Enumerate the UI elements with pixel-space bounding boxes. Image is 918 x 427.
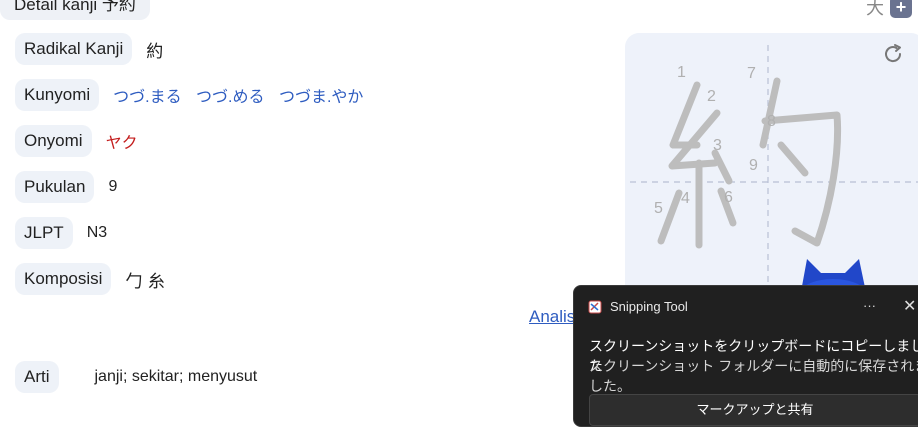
notification-header: Snipping Tool xyxy=(588,299,688,314)
page-title: Detail kanji 予約 xyxy=(0,0,150,20)
composition-label: Komposisi xyxy=(15,263,112,295)
stroke-number: 5 xyxy=(654,200,663,217)
radical-value: 約 xyxy=(146,41,164,62)
close-button[interactable]: ✕ xyxy=(903,296,916,316)
jlpt-value: N3 xyxy=(86,224,108,241)
onyomi-label: Onyomi xyxy=(15,125,92,157)
kunyomi-reading[interactable]: つづ.める xyxy=(196,89,264,106)
plus-icon: + xyxy=(895,0,907,17)
markup-share-button[interactable]: マークアップと共有 xyxy=(589,394,918,426)
refresh-icon[interactable] xyxy=(881,42,905,66)
top-actions: 大 + xyxy=(866,0,912,20)
meaning-label: Arti xyxy=(15,361,59,393)
stroke-number: 3 xyxy=(713,137,722,154)
strokes-value: 9 xyxy=(108,178,118,195)
stroke-number: 7 xyxy=(747,65,756,82)
notification-app-name: Snipping Tool xyxy=(610,299,688,314)
more-options-button[interactable]: ··· xyxy=(863,298,876,313)
jlpt-label: JLPT xyxy=(15,217,73,249)
radical-label: Radikal Kanji xyxy=(15,33,133,65)
snipping-tool-icon xyxy=(588,300,602,313)
onyomi-row: Onyomi ヤク xyxy=(15,125,138,157)
stroke-number: 4 xyxy=(681,190,690,207)
strokes-row: Pukulan 9 xyxy=(15,171,117,203)
stroke-number: 6 xyxy=(724,189,733,206)
kunyomi-reading[interactable]: つづま.やか xyxy=(279,89,363,106)
kunyomi-label: Kunyomi xyxy=(15,79,100,111)
stroke-number: 9 xyxy=(749,157,758,174)
kunyomi-readings: つづ.まる つづ.める つづま.やか xyxy=(113,83,373,107)
composition-row: Komposisi 勹 糸 xyxy=(15,263,165,295)
stroke-number: 1 xyxy=(677,64,686,81)
jlpt-row: JLPT N3 xyxy=(15,217,107,249)
translate-icon[interactable]: 大 xyxy=(866,0,884,20)
meaning-value: janji; sekitar; menyusut xyxy=(94,368,258,385)
composition-value: 勹 糸 xyxy=(125,271,165,292)
notification-sub-message: スクリーンショット フォルダーに自動的に保存されました。 xyxy=(589,358,918,394)
stroke-number: 8 xyxy=(767,113,776,130)
onyomi-value[interactable]: ヤク xyxy=(106,129,138,153)
strokes-label: Pukulan xyxy=(15,171,95,203)
add-button[interactable]: + xyxy=(890,0,912,18)
stroke-number: 2 xyxy=(707,88,716,105)
kunyomi-reading[interactable]: つづ.まる xyxy=(113,89,181,106)
radical-row: Radikal Kanji 約 xyxy=(15,33,163,65)
kunyomi-row: Kunyomi つづ.まる つづ.める つづま.やか xyxy=(15,79,373,111)
meaning-row: Arti janji; sekitar; menyusut xyxy=(15,361,257,393)
